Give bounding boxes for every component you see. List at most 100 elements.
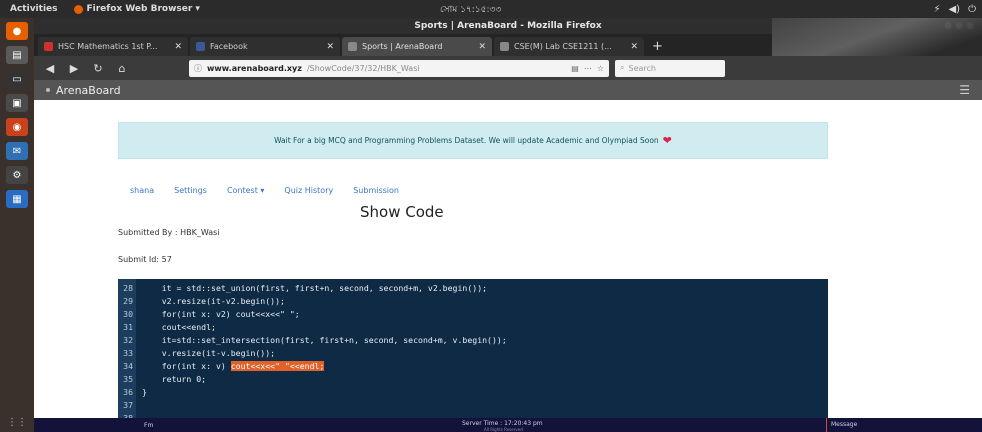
line-number: 34: [123, 361, 133, 371]
window-title: Sports | ArenaBoard - Mozilla Firefox: [414, 21, 602, 31]
site-navbar: ArenaBoard ☰: [34, 80, 982, 100]
line-number: 35: [123, 374, 133, 384]
tab-hsc-math[interactable]: HSC Mathematics 1st P... ✕: [38, 37, 188, 56]
reader-view-icon[interactable]: ▤: [571, 64, 579, 73]
app-menu[interactable]: Firefox Web Browser ▾: [68, 4, 206, 14]
tab-favicon-icon: [196, 42, 205, 51]
volume-icon[interactable]: ◀): [948, 4, 960, 15]
code-line: 29 v2.resize(it-v2.begin());: [118, 296, 285, 306]
line-number: 32: [123, 335, 133, 345]
close-icon[interactable]: ✕: [174, 42, 182, 52]
tab-favicon-icon: [348, 42, 357, 51]
mail-launcher-icon[interactable]: ✉: [6, 142, 28, 160]
accessibility-icon[interactable]: ⚡: [933, 4, 940, 15]
line-number: 31: [123, 322, 133, 332]
tab-label: Facebook: [210, 42, 248, 51]
desktop: Activities Firefox Web Browser ▾ সোম ১৭:…: [0, 0, 982, 432]
menu-item-submission[interactable]: Submission: [353, 186, 399, 195]
tab-bar: HSC Mathematics 1st P... ✕ Facebook ✕ Sp…: [34, 18, 982, 78]
code-line: 31 cout<<endl;: [118, 322, 216, 332]
selected-code-text: cout<<x<<" "<<endl;: [230, 361, 325, 371]
code-line: 30 for(int x: v2) cout<<x<<" ";: [118, 309, 300, 319]
terminal-launcher-icon[interactable]: ▭: [6, 70, 28, 88]
code-text: v.resize(it-v.begin());: [142, 348, 276, 358]
site-brand[interactable]: ArenaBoard: [56, 84, 121, 97]
code-text: it = std::set_union(first, first+n, seco…: [142, 283, 488, 293]
code-line: 28 it = std::set_union(first, first+n, s…: [118, 283, 487, 293]
page-content: ArenaBoard ☰ Wait For a big MCQ and Prog…: [34, 80, 982, 432]
tab-facebook[interactable]: Facebook ✕: [190, 37, 340, 56]
code-text: cout<<endl;: [142, 322, 216, 332]
line-number: 33: [123, 348, 133, 358]
show-apps-icon[interactable]: ⋮⋮: [7, 417, 27, 428]
files-launcher-icon[interactable]: ▤: [6, 46, 28, 64]
line-number: 30: [123, 309, 133, 319]
settings-launcher-icon[interactable]: ⚙: [6, 166, 28, 184]
navigation-bar: ◀ ▶ ↻ ⌂ ⓘ www.arenaboard.xyz /ShowCode/3…: [34, 56, 982, 80]
footer-copyright: All Rights Reserved: [484, 427, 523, 432]
user-menu: shana Settings Contest ▾ Quiz History Su…: [130, 186, 399, 195]
system-clock[interactable]: সোম ১৭:১৫:৩৩: [440, 2, 501, 17]
tab-favicon-icon: [44, 42, 53, 51]
code-viewer[interactable]: 28 it = std::set_union(first, first+n, s…: [118, 279, 828, 432]
url-host: www.arenaboard.xyz: [207, 63, 302, 73]
forward-icon[interactable]: ▶: [66, 62, 82, 75]
announcement-banner: Wait For a big MCQ and Programming Probl…: [118, 122, 828, 159]
search-placeholder: Search: [628, 63, 656, 73]
tab-cse-lab[interactable]: CSE(M) Lab CSE1211 (... ✕: [494, 37, 644, 56]
line-number: 37: [123, 400, 133, 410]
system-tray[interactable]: ⚡ ◀) ⏻: [933, 4, 976, 15]
tab-arenaboard[interactable]: Sports | ArenaBoard ✕: [342, 37, 492, 56]
close-icon[interactable]: ✕: [630, 42, 638, 52]
tab-label: HSC Mathematics 1st P...: [58, 42, 158, 51]
app-launcher-icon[interactable]: ▣: [6, 94, 28, 112]
reload-icon[interactable]: ↻: [90, 62, 106, 75]
tab-label: Sports | ArenaBoard: [362, 42, 443, 51]
back-icon[interactable]: ◀: [42, 62, 58, 75]
code-text: v2.resize(it-v2.begin());: [142, 296, 285, 306]
tab-favicon-icon: [500, 42, 509, 51]
page-actions-icon[interactable]: ⋯: [584, 64, 592, 73]
line-number: 36: [123, 387, 133, 397]
firefox-launcher-icon[interactable]: ●: [6, 22, 28, 40]
search-input[interactable]: ⌕ Search: [615, 59, 725, 77]
code-text: }: [142, 387, 147, 397]
close-icon[interactable]: ✕: [478, 42, 486, 52]
launcher: ● ▤ ▭ ▣ ◉ ✉ ⚙ ▦ ⋮⋮: [0, 18, 34, 432]
footer-left-text: Fm: [144, 422, 154, 429]
heart-icon: ❤: [662, 134, 672, 147]
code-text: return 0;: [142, 374, 207, 384]
power-icon[interactable]: ⏻: [968, 4, 976, 15]
brand-dot-icon: [46, 88, 50, 92]
system-top-bar: Activities Firefox Web Browser ▾ সোম ১৭:…: [0, 0, 982, 18]
code-text: it=std::set_intersection(first, first+n,…: [142, 335, 507, 345]
menu-item-settings[interactable]: Settings: [174, 186, 207, 195]
submitted-by: Submitted By : HBK_Wasi: [118, 228, 220, 237]
site-footer: Fm Server Time : 17:20:43 pm All Rights …: [34, 418, 982, 432]
message-panel[interactable]: Message: [826, 418, 982, 432]
info-icon[interactable]: ⓘ: [194, 63, 202, 74]
code-line: 32 it=std::set_intersection(first, first…: [118, 335, 507, 345]
menu-item-quiz-history[interactable]: Quiz History: [284, 186, 333, 195]
close-icon[interactable]: ✕: [326, 42, 334, 52]
hamburger-menu-icon[interactable]: ☰: [959, 83, 970, 97]
url-bar[interactable]: ⓘ www.arenaboard.xyz /ShowCode/37/32/HBK…: [189, 59, 609, 77]
new-tab-button[interactable]: +: [646, 37, 669, 56]
bookmark-star-icon[interactable]: ☆: [597, 64, 604, 73]
code-text: for(int x: v2) cout<<x<<" ";: [142, 309, 300, 319]
browser-window: Sports | ArenaBoard - Mozilla Firefox ● …: [34, 18, 982, 432]
app-menu-label: Firefox Web Browser ▾: [86, 4, 200, 14]
home-icon[interactable]: ⌂: [114, 62, 130, 75]
firefox-icon: [73, 4, 83, 14]
menu-item-profile[interactable]: shana: [130, 186, 154, 195]
software-launcher-icon[interactable]: ◉: [6, 118, 28, 136]
line-number: 29: [123, 296, 133, 306]
code-text: for(int x: v): [142, 361, 231, 371]
menu-item-contest[interactable]: Contest ▾: [227, 186, 264, 195]
activities-button[interactable]: Activities: [0, 4, 68, 14]
docs-launcher-icon[interactable]: ▦: [6, 190, 28, 208]
server-time: Server Time : 17:20:43 pm: [462, 420, 543, 427]
code-line: 34 for(int x: v) cout<<x<<" "<<endl;: [118, 361, 325, 371]
code-line: 37: [118, 400, 142, 410]
